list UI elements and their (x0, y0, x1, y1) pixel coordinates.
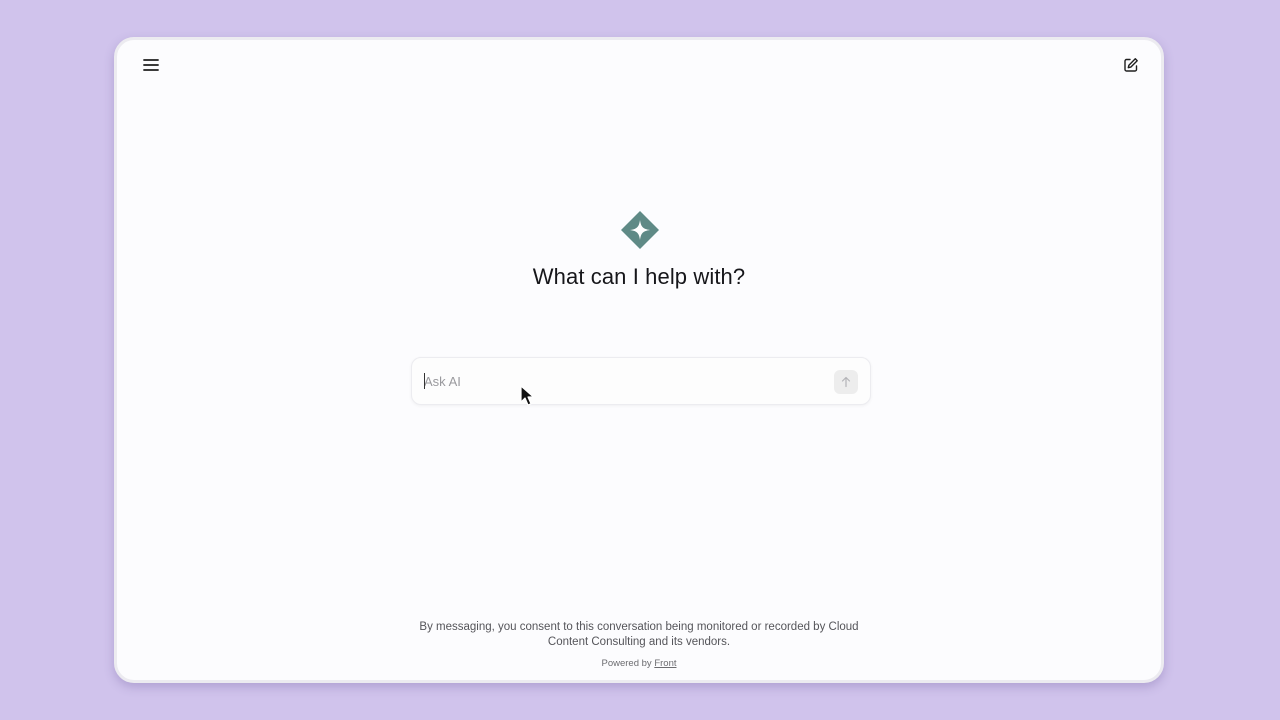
powered-by: Powered by Front (117, 658, 1161, 669)
chat-window: What can I help with? By messaging, you … (114, 37, 1164, 683)
sparkle-diamond-icon (621, 211, 659, 249)
consent-notice: By messaging, you consent to this conver… (117, 620, 1161, 650)
consent-text: By messaging, you consent to this conver… (419, 621, 859, 648)
hamburger-menu-icon (143, 59, 159, 71)
ask-ai-input[interactable] (424, 371, 824, 391)
arrow-up-icon (841, 376, 851, 388)
page-title: What can I help with? (532, 264, 746, 289)
menu-button[interactable] (137, 51, 165, 79)
front-link[interactable]: Front (654, 658, 676, 669)
edit-compose-icon (1124, 58, 1138, 72)
send-button[interactable] (834, 370, 858, 394)
new-chat-button[interactable] (1117, 51, 1145, 79)
chat-composer (411, 357, 871, 405)
text-caret (424, 373, 425, 389)
powered-by-label: Powered by (601, 658, 652, 669)
